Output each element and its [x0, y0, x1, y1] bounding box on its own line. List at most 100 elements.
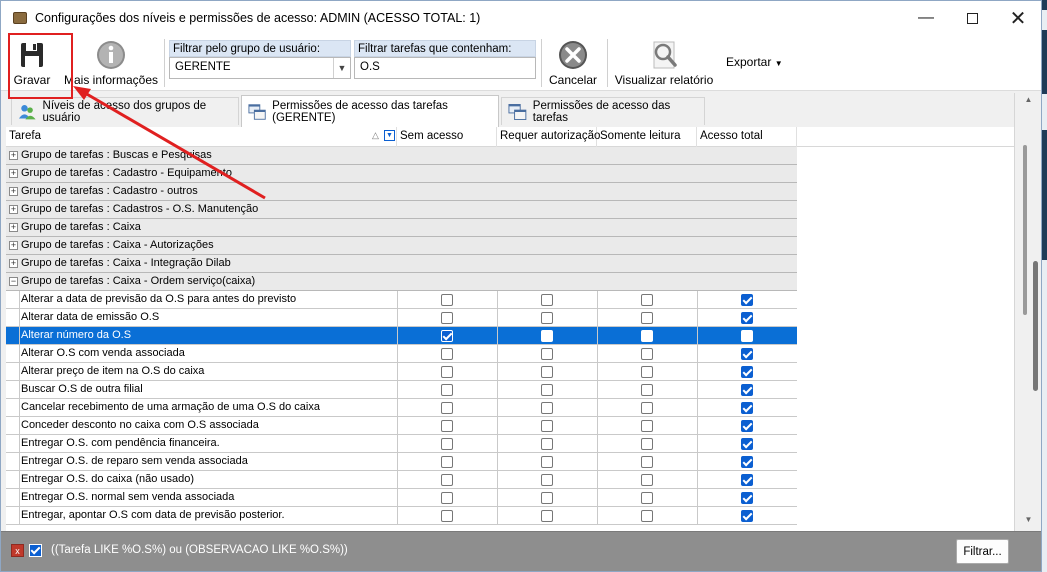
tab-task-permissions[interactable]: Permissões de acesso das tarefas: [501, 97, 705, 125]
permission-cell[interactable]: [597, 399, 697, 417]
close-button[interactable]: ✕: [995, 1, 1041, 35]
column-header-read-only[interactable]: Somente leitura: [597, 127, 697, 147]
permission-checkbox[interactable]: [541, 402, 553, 414]
permission-checkbox[interactable]: [641, 456, 653, 468]
permission-checkbox[interactable]: [541, 348, 553, 360]
permission-cell[interactable]: [597, 309, 697, 327]
permission-cell[interactable]: [497, 435, 597, 453]
permission-cell[interactable]: [397, 363, 497, 381]
permission-checkbox[interactable]: [541, 492, 553, 504]
permission-cell[interactable]: [397, 489, 497, 507]
permission-checkbox[interactable]: [641, 384, 653, 396]
permission-checkbox[interactable]: [741, 294, 753, 306]
expand-icon[interactable]: +: [9, 223, 18, 232]
permission-cell[interactable]: [497, 417, 597, 435]
filter-button[interactable]: Filtrar...: [956, 539, 1009, 564]
permission-checkbox[interactable]: [541, 366, 553, 378]
permission-cell[interactable]: [497, 363, 597, 381]
outer-scroll-thumb[interactable]: [1033, 261, 1038, 391]
permission-cell[interactable]: [697, 489, 797, 507]
permission-checkbox[interactable]: [541, 510, 553, 522]
permission-cell[interactable]: [397, 381, 497, 399]
group-row[interactable]: − Grupo de tarefas : Caixa - Ordem serviç…: [6, 273, 797, 291]
permission-checkbox[interactable]: [441, 312, 453, 324]
permission-checkbox[interactable]: [441, 510, 453, 522]
permission-checkbox[interactable]: [641, 312, 653, 324]
filter-icon[interactable]: ▼: [384, 130, 395, 141]
group-row[interactable]: + Grupo de tarefas : Cadastros - O.S. Man…: [6, 201, 797, 219]
permission-checkbox[interactable]: [641, 294, 653, 306]
permission-cell[interactable]: [697, 291, 797, 309]
permission-cell[interactable]: [597, 363, 697, 381]
permission-checkbox[interactable]: [741, 420, 753, 432]
permission-checkbox[interactable]: [441, 438, 453, 450]
permission-cell[interactable]: [597, 507, 697, 525]
task-row[interactable]: Entregar O.S. com pendência financeira.: [6, 435, 797, 453]
expand-icon[interactable]: +: [9, 151, 18, 160]
permission-cell[interactable]: [597, 471, 697, 489]
permission-cell[interactable]: [397, 399, 497, 417]
permission-checkbox[interactable]: [741, 474, 753, 486]
expand-icon[interactable]: +: [9, 241, 18, 250]
permission-cell[interactable]: [697, 345, 797, 363]
chevron-down-icon[interactable]: ▼: [333, 58, 350, 78]
permission-checkbox[interactable]: [441, 348, 453, 360]
column-header-requires-authorization[interactable]: Requer autorização: [497, 127, 600, 147]
permission-checkbox[interactable]: [541, 330, 553, 342]
permission-cell[interactable]: [597, 489, 697, 507]
permission-checkbox[interactable]: [541, 420, 553, 432]
permission-checkbox[interactable]: [541, 456, 553, 468]
group-filter-select[interactable]: GERENTE ▼: [169, 57, 351, 79]
task-row[interactable]: Conceder desconto no caixa com O.S assoc…: [6, 417, 797, 435]
permission-checkbox[interactable]: [641, 510, 653, 522]
permission-checkbox[interactable]: [741, 456, 753, 468]
permission-cell[interactable]: [497, 507, 597, 525]
task-filter-input[interactable]: O.S: [354, 57, 536, 79]
permission-checkbox[interactable]: [441, 384, 453, 396]
permission-cell[interactable]: [397, 453, 497, 471]
permission-cell[interactable]: [597, 381, 697, 399]
task-row[interactable]: Buscar O.S de outra filial: [6, 381, 797, 399]
column-header-full-access[interactable]: Acesso total: [697, 127, 797, 147]
permission-cell[interactable]: [697, 507, 797, 525]
permission-cell[interactable]: [697, 381, 797, 399]
permission-cell[interactable]: [397, 435, 497, 453]
permission-cell[interactable]: [697, 363, 797, 381]
permission-cell[interactable]: [597, 291, 697, 309]
permission-checkbox[interactable]: [741, 510, 753, 522]
expand-icon[interactable]: +: [9, 187, 18, 196]
permission-cell[interactable]: [697, 435, 797, 453]
task-row[interactable]: Alterar número da O.S: [6, 327, 797, 345]
column-header-no-access[interactable]: Sem acesso: [397, 127, 497, 147]
tab-group-access-levels[interactable]: Níveis de acesso dos grupos de usuário: [11, 97, 239, 125]
permission-cell[interactable]: [497, 453, 597, 471]
permission-checkbox[interactable]: [741, 330, 753, 342]
permission-cell[interactable]: [397, 471, 497, 489]
permission-cell[interactable]: [497, 381, 597, 399]
column-header-task[interactable]: Tarefa △ ▼: [6, 127, 397, 147]
group-row[interactable]: + Grupo de tarefas : Caixa - Autorizações: [6, 237, 797, 255]
permission-checkbox[interactable]: [641, 330, 653, 342]
permission-checkbox[interactable]: [441, 456, 453, 468]
group-row[interactable]: + Grupo de tarefas : Caixa: [6, 219, 797, 237]
permission-checkbox[interactable]: [541, 438, 553, 450]
permission-cell[interactable]: [497, 309, 597, 327]
permission-checkbox[interactable]: [441, 330, 453, 342]
export-menu[interactable]: Exportar ▼: [726, 55, 783, 69]
filter-enabled-checkbox[interactable]: [29, 544, 42, 557]
permission-checkbox[interactable]: [741, 366, 753, 378]
task-row[interactable]: Cancelar recebimento de uma armação de u…: [6, 399, 797, 417]
permission-checkbox[interactable]: [541, 384, 553, 396]
permission-cell[interactable]: [497, 327, 597, 345]
permission-checkbox[interactable]: [641, 348, 653, 360]
permission-cell[interactable]: [697, 417, 797, 435]
task-row[interactable]: Entregar O.S. normal sem venda associada: [6, 489, 797, 507]
permission-checkbox[interactable]: [541, 312, 553, 324]
permission-checkbox[interactable]: [641, 366, 653, 378]
outer-scrollbar[interactable]: [1031, 91, 1041, 531]
task-row[interactable]: Alterar O.S com venda associada: [6, 345, 797, 363]
permission-checkbox[interactable]: [741, 492, 753, 504]
permission-cell[interactable]: [697, 471, 797, 489]
clear-filter-icon[interactable]: x: [11, 544, 24, 557]
permission-checkbox[interactable]: [541, 474, 553, 486]
